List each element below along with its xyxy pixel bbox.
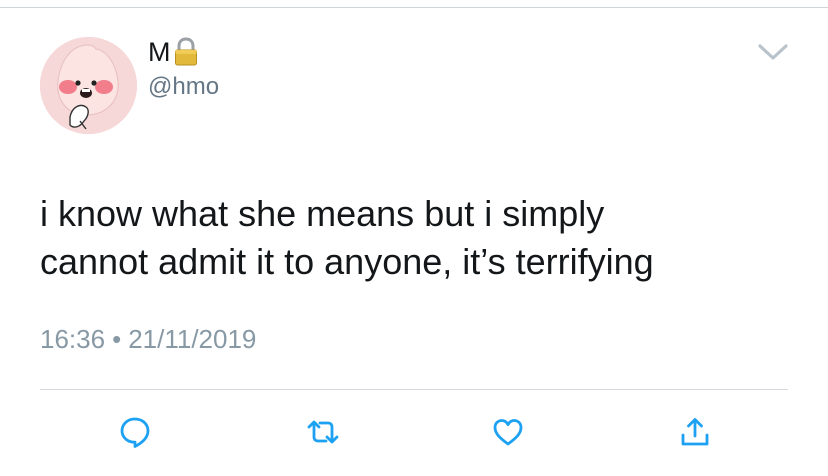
top-divider xyxy=(0,7,828,8)
avatar-image xyxy=(40,37,137,134)
retweet-button[interactable] xyxy=(305,414,341,450)
tweet-text-line-2: cannot admit it to anyone, it’s terrifyi… xyxy=(40,241,654,282)
tweet-time: 16:36 xyxy=(40,324,106,354)
name-row: M xyxy=(148,37,199,67)
user-handle[interactable]: @hmo xyxy=(148,73,219,101)
reply-icon xyxy=(120,417,150,448)
tweet-detail-view: M @hmo i know what she means but i simpl… xyxy=(0,0,828,476)
tweet-date: 21/11/2019 xyxy=(128,324,257,354)
meta-separator: • xyxy=(112,324,122,354)
heart-icon xyxy=(493,419,523,446)
display-name[interactable]: M xyxy=(148,37,171,67)
actions-divider xyxy=(40,389,788,390)
avatar[interactable] xyxy=(40,37,137,134)
tweet-timestamp[interactable]: 16:36 • 21/11/2019 xyxy=(40,323,256,355)
lock-icon xyxy=(173,37,199,67)
retweet-icon xyxy=(307,420,339,444)
chevron-down-icon[interactable] xyxy=(757,41,789,63)
share-icon xyxy=(681,418,709,446)
tweet-text-line-1: i know what she means but i simply xyxy=(40,193,605,234)
tweet-text: i know what she means but i simply canno… xyxy=(40,190,800,286)
like-button[interactable] xyxy=(490,414,526,450)
reply-button[interactable] xyxy=(117,414,153,450)
share-button[interactable] xyxy=(677,414,713,450)
